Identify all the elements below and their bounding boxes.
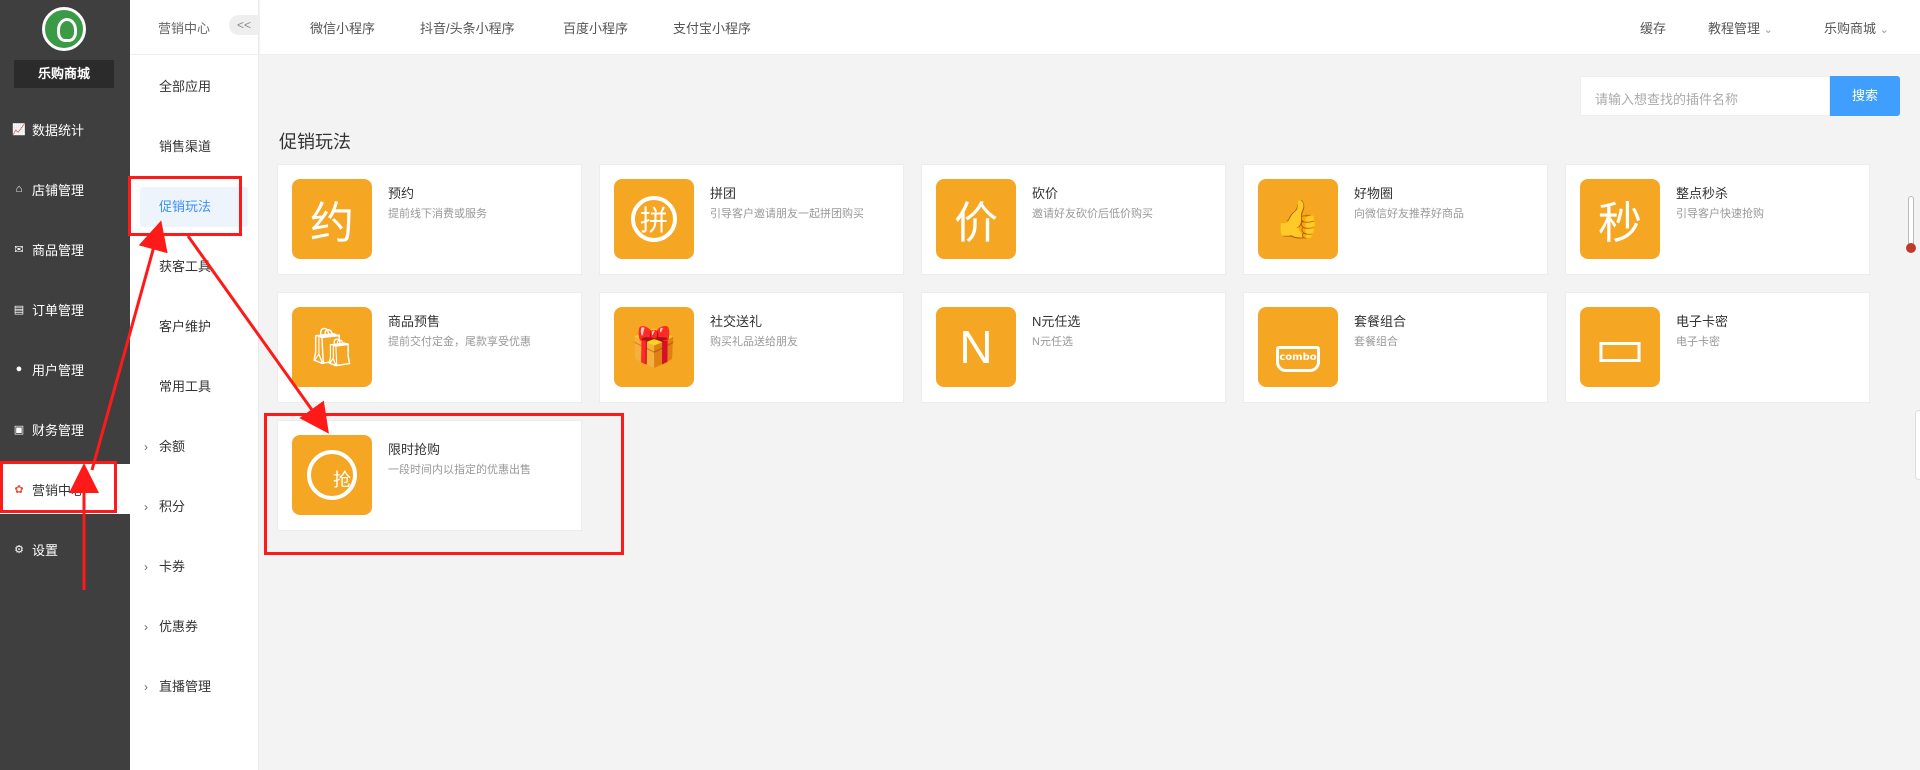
scroll-indicator[interactable]	[1906, 196, 1916, 253]
annotation-arrows	[69, 220, 329, 590]
arrow-to-promotions	[90, 220, 168, 471]
side-drawer-handle[interactable]	[1915, 410, 1920, 480]
arrow-to-limited-time	[186, 235, 329, 434]
